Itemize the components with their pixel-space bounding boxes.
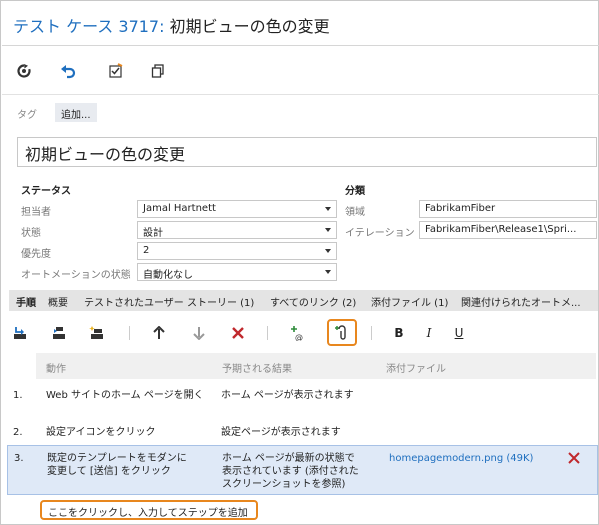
- chevron-down-icon: [325, 249, 331, 253]
- chevron-down-icon: [325, 228, 331, 232]
- tags-label: タグ: [17, 110, 37, 121]
- create-shared-steps-icon[interactable]: [87, 323, 107, 343]
- steps-grid-header: 動作 予期される結果 添付ファイル: [36, 353, 596, 379]
- toolbar: [2, 47, 599, 95]
- tab-associated-automation[interactable]: 関連付けられたオートメ...: [461, 294, 581, 309]
- area-label: 領域: [345, 207, 365, 218]
- table-row[interactable]: 3. 既定のテンプレートをモダンに 変更して [送信] をクリック ホーム ペー…: [7, 445, 598, 495]
- attachment-link[interactable]: homepagemodern.png (49K): [389, 452, 533, 465]
- step-number: 2.: [13, 427, 23, 438]
- work-item-id: 3717:: [118, 17, 165, 36]
- insert-shared-steps-icon[interactable]: [49, 323, 69, 343]
- step-expected[interactable]: ホーム ページが最新の状態で: [222, 452, 355, 465]
- work-item-type: テスト ケース: [13, 17, 114, 36]
- page-title: テスト ケース 3717: 初期ビューの色の変更: [13, 13, 330, 37]
- work-item-title: 初期ビューの色の変更: [169, 17, 330, 36]
- step-number: 1.: [13, 390, 23, 401]
- toolbar-separator: [371, 326, 372, 340]
- automation-status-value: 自動化なし: [143, 270, 193, 281]
- tab-attachments[interactable]: 添付ファイル (1): [371, 294, 448, 309]
- tab-bar: 手順 概要 テストされたユーザー ストーリー (1) すべてのリンク (2) 添…: [9, 290, 598, 311]
- move-down-icon[interactable]: [189, 323, 209, 343]
- assigned-to-value: Jamal Hartnett: [143, 203, 216, 214]
- step-action[interactable]: 変更して [送信] をクリック: [47, 465, 171, 478]
- add-step-prompt[interactable]: ここをクリックし、入力してステップを追加: [40, 500, 258, 520]
- bold-button[interactable]: B: [389, 323, 409, 343]
- underline-button[interactable]: U: [449, 323, 469, 343]
- tab-tested-user-stories[interactable]: テストされたユーザー ストーリー (1): [84, 294, 254, 309]
- italic-button[interactable]: I: [419, 323, 439, 343]
- chevron-down-icon: [325, 207, 331, 211]
- step-action[interactable]: 既定のテンプレートをモダンに: [47, 452, 187, 465]
- automation-status-dropdown[interactable]: 自動化なし: [137, 263, 337, 281]
- column-header-attachments: 添付ファイル: [386, 364, 446, 375]
- classification-heading: 分類: [345, 186, 365, 197]
- svg-text:@: @: [295, 333, 303, 341]
- edit-checklist-icon[interactable]: [106, 61, 126, 81]
- assigned-to-dropdown[interactable]: Jamal Hartnett: [137, 200, 337, 218]
- copy-icon[interactable]: [148, 61, 168, 81]
- title-bar: テスト ケース 3717: 初期ビューの色の変更: [2, 2, 599, 46]
- state-dropdown[interactable]: 設計: [137, 221, 337, 239]
- insert-parameter-icon[interactable]: @: [289, 323, 309, 343]
- toolbar-separator: [129, 326, 130, 340]
- chevron-down-icon: [325, 270, 331, 274]
- refresh-icon[interactable]: [14, 61, 34, 81]
- step-action[interactable]: 設定アイコンをクリック: [46, 426, 156, 439]
- tab-summary[interactable]: 概要: [48, 294, 68, 309]
- assigned-to-label: 担当者: [21, 207, 51, 218]
- step-number: 3.: [14, 453, 24, 464]
- tab-all-links[interactable]: すべてのリンク (2): [270, 294, 356, 309]
- tab-steps[interactable]: 手順: [16, 294, 36, 309]
- automation-status-label: オートメーションの状態: [21, 270, 131, 281]
- delete-attachment-icon[interactable]: [568, 452, 580, 467]
- work-item-form: テスト ケース 3717: 初期ビューの色の変更 タグ 追加... 初期ビューの…: [0, 0, 599, 525]
- step-expected[interactable]: 表示されています (添付された: [222, 465, 359, 478]
- delete-step-icon[interactable]: [228, 323, 248, 343]
- priority-value: 2: [143, 245, 150, 256]
- state-label: 状態: [21, 228, 41, 239]
- add-tag-button[interactable]: 追加...: [55, 103, 97, 122]
- step-expected[interactable]: 設定ページが表示されます: [221, 426, 341, 439]
- step-expected[interactable]: スクリーンショットを参照): [222, 478, 345, 491]
- table-row[interactable]: 1. Web サイトのホーム ページを開く ホーム ページが表示されます: [7, 385, 598, 415]
- area-field[interactable]: FabrikamFiber: [419, 200, 597, 218]
- priority-dropdown[interactable]: 2: [137, 242, 337, 260]
- status-heading: ステータス: [21, 186, 71, 197]
- add-attachment-icon[interactable]: [332, 323, 352, 343]
- priority-label: 優先度: [21, 249, 51, 260]
- move-up-icon[interactable]: [149, 323, 169, 343]
- steps-toolbar: @ B I U: [9, 317, 598, 347]
- undo-icon[interactable]: [58, 61, 78, 81]
- title-field[interactable]: 初期ビューの色の変更: [17, 137, 597, 167]
- state-value: 設計: [143, 228, 163, 239]
- insert-step-icon[interactable]: [11, 323, 31, 343]
- iteration-label: イテレーション: [345, 228, 415, 239]
- step-action[interactable]: Web サイトのホーム ページを開く: [46, 389, 204, 402]
- table-row[interactable]: 2. 設定アイコンをクリック 設定ページが表示されます: [7, 422, 598, 444]
- column-header-expected: 予期される結果: [222, 364, 292, 375]
- tags-row: タグ 追加...: [15, 103, 315, 123]
- toolbar-separator: [267, 326, 268, 340]
- iteration-field[interactable]: FabrikamFiber\Release1\Spri...: [419, 221, 597, 239]
- step-expected[interactable]: ホーム ページが表示されます: [221, 389, 354, 402]
- column-header-action: 動作: [46, 364, 66, 375]
